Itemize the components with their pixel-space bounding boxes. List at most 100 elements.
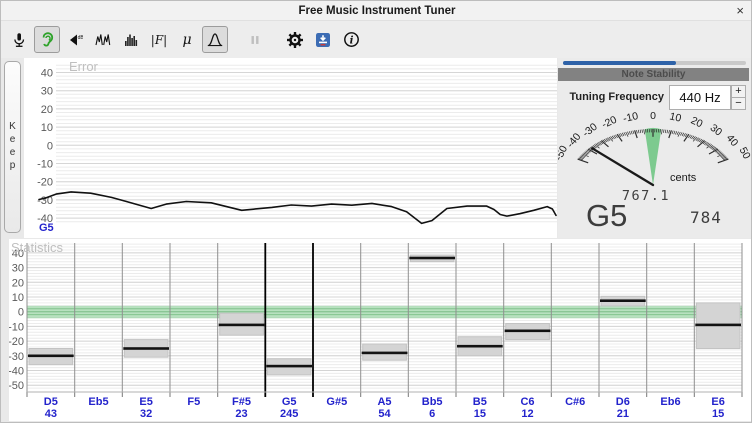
- stats-note-name: D6: [616, 396, 630, 408]
- statistics-view-button[interactable]: μ: [174, 26, 200, 53]
- cents-dial: -50-40-30-20-1001020304050cents767.1: [558, 108, 752, 204]
- dial-tick-label: 40: [724, 132, 741, 149]
- listen-toggle-button[interactable]: [34, 26, 60, 53]
- dial-needle: [592, 148, 653, 185]
- error-panel-title: Error: [69, 59, 98, 74]
- dial-tick-label: 0: [650, 110, 656, 122]
- stats-note-count: 12: [521, 408, 533, 420]
- error-ytick-label: 10: [41, 122, 53, 134]
- stats-note-count: 15: [474, 408, 486, 420]
- about-button[interactable]: i: [338, 26, 364, 53]
- stats-mean-line: [457, 345, 503, 348]
- save-icon: [315, 32, 331, 48]
- stats-ytick-label: -10: [9, 321, 24, 333]
- ear-icon: [39, 31, 56, 48]
- stats-mean-line: [28, 355, 74, 358]
- gaussian-icon: [206, 31, 224, 48]
- stats-note-name: G5: [282, 396, 297, 408]
- volume-button[interactable]: dB: [62, 26, 88, 53]
- save-capture-button[interactable]: [310, 26, 336, 53]
- tuner-panel: Note Stability Tuning Frequency + − -50-…: [558, 58, 752, 238]
- stats-ytick-label: 10: [12, 292, 24, 304]
- histogram-icon: [123, 32, 139, 48]
- window-title: Free Music Instrument Tuner: [299, 5, 456, 17]
- pause-icon: [248, 33, 262, 47]
- dial-tick-label: 10: [668, 110, 682, 124]
- statistics-panel: 403020100-10-20-30-40-50 D543Eb5E532F5F#…: [9, 239, 752, 421]
- stats-note-count: 15: [712, 408, 724, 420]
- error-plot-panel: 403020100-10-20-30-40: [24, 58, 557, 238]
- microphone-icon: [11, 32, 27, 48]
- stats-note-name: F#5: [232, 396, 251, 408]
- stats-mean-line: [266, 365, 312, 368]
- tuning-frequency-label: Tuning Frequency: [558, 91, 664, 103]
- dial-tick-label: -10: [622, 110, 640, 125]
- stats-ytick-label: -30: [9, 351, 24, 363]
- error-plot: 403020100-10-20-30-40: [24, 58, 557, 238]
- waveform-icon: [95, 32, 111, 48]
- keep-button[interactable]: Keep: [4, 61, 21, 233]
- info-icon: i: [343, 31, 360, 48]
- stats-note-count: 23: [235, 408, 247, 420]
- note-stability-progress: [563, 61, 746, 65]
- stats-note-name: B5: [473, 396, 487, 408]
- fft-view-button[interactable]: |F|: [146, 26, 172, 53]
- stats-note-name: Eb6: [660, 396, 680, 408]
- dial-tick-label: -20: [600, 114, 619, 131]
- toolbar: dB |F| μ: [1, 21, 752, 58]
- stats-mean-line: [362, 352, 408, 355]
- stats-note-count: 245: [280, 408, 298, 420]
- settings-button[interactable]: [282, 26, 308, 53]
- stats-note-name: Bb5: [422, 396, 443, 408]
- stats-note-name: E6: [711, 396, 724, 408]
- gear-icon: [286, 31, 304, 49]
- error-ytick-label: -20: [37, 177, 53, 189]
- stats-mean-line: [123, 347, 169, 350]
- dial-tick-label: -40: [564, 131, 583, 150]
- stats-note-name: A5: [377, 396, 391, 408]
- close-button[interactable]: ×: [736, 3, 744, 18]
- stats-note-count: 43: [45, 408, 57, 420]
- detected-note-label: G5: [586, 198, 627, 234]
- stats-mean-line: [600, 299, 646, 302]
- stats-note-count: 21: [617, 408, 629, 420]
- dial-tick-label: 30: [708, 122, 725, 139]
- stats-note-name: C#6: [565, 396, 585, 408]
- stats-ytick-label: 0: [18, 307, 24, 319]
- dial-tick-label: -30: [580, 121, 599, 140]
- stats-ytick-label: -20: [9, 336, 24, 348]
- error-current-note-label: G5: [39, 222, 54, 234]
- stats-mean-line: [409, 257, 455, 260]
- fft-icon: |F|: [151, 33, 167, 47]
- stats-note-count: 54: [378, 408, 390, 420]
- stats-note-name: C6: [520, 396, 534, 408]
- audio-input-button[interactable]: [6, 26, 32, 53]
- dial-tick-label: 20: [689, 114, 705, 130]
- stats-mean-line: [695, 324, 741, 327]
- note-target-frequency: 784: [690, 208, 722, 227]
- waveform-view-button[interactable]: [90, 26, 116, 53]
- stats-note-name: G#5: [326, 396, 347, 408]
- histogram-view-button[interactable]: [118, 26, 144, 53]
- svg-text:dB: dB: [78, 35, 83, 41]
- mu-icon: μ: [182, 32, 191, 48]
- stats-ytick-label: 30: [12, 263, 24, 275]
- stats-mean-line: [219, 324, 265, 327]
- stats-ytick-label: -50: [9, 380, 24, 392]
- stats-mean-line: [505, 330, 551, 333]
- error-ytick-label: 0: [47, 140, 53, 152]
- note-stability-bar: Note Stability: [558, 68, 749, 81]
- fmit-window: Free Music Instrument Tuner × dB: [0, 0, 752, 423]
- error-ytick-label: 30: [41, 86, 53, 98]
- error-ytick-label: -10: [37, 159, 53, 171]
- stats-note-name: E5: [139, 396, 152, 408]
- stats-note-name: D5: [44, 396, 58, 408]
- statistics-panel-title: Statistics: [11, 240, 63, 255]
- gaussian-view-button[interactable]: [202, 26, 228, 53]
- tuning-frequency-input[interactable]: [669, 85, 731, 110]
- error-ytick-label: 40: [41, 68, 53, 80]
- stats-note-count: 32: [140, 408, 152, 420]
- error-ytick-label: 20: [41, 104, 53, 116]
- pause-button[interactable]: [242, 26, 268, 53]
- stats-note-name: Eb5: [88, 396, 108, 408]
